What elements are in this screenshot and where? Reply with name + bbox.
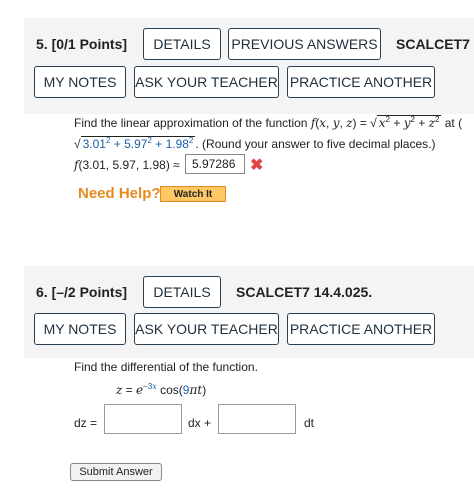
q6-dt-coefficient-input[interactable] <box>218 404 296 434</box>
q6-dx-coefficient-input[interactable] <box>104 404 182 434</box>
q6-my-notes-button[interactable]: MY NOTES <box>34 313 126 345</box>
sqrt-symbol: √ <box>74 137 81 151</box>
q6-ask-teacher-button[interactable]: ASK YOUR TEACHER <box>134 313 279 345</box>
q6-function-expression: z = e−3x cos(9πt) <box>116 382 207 397</box>
q5-need-help-label: Need Help? <box>78 185 161 202</box>
q5-watch-it-button[interactable]: Watch It <box>160 186 226 202</box>
q5-reference-code: SCALCET7 14 <box>396 36 474 52</box>
question-5-points: 5. [0/1 Points] <box>36 36 128 52</box>
q5-practice-another-button[interactable]: PRACTICE ANOTHER <box>287 66 435 98</box>
q5-answer-field[interactable]: 5.97286 <box>185 154 245 174</box>
q6-dt-label: dt <box>304 416 315 430</box>
q5-prompt: Find the linear approximation of the fun… <box>74 115 463 130</box>
q5-function-expression: f <box>310 116 316 130</box>
q6-prompt: Find the differential of the function. <box>74 360 258 374</box>
q6-dz-label: dz = <box>74 416 98 430</box>
question-6-points: 6. [–/2 Points] <box>36 284 128 300</box>
q5-my-notes-button[interactable]: MY NOTES <box>34 66 126 98</box>
q5-approx-label: f(3.01, 5.97, 1.98) ≈ <box>74 158 180 172</box>
q5-details-button[interactable]: DETAILS <box>143 28 221 60</box>
q5-prompt-at: at ( <box>441 116 463 130</box>
q5-previous-answers-button[interactable]: PREVIOUS ANSWERS <box>228 28 381 60</box>
q5-ask-teacher-button[interactable]: ASK YOUR TEACHER <box>134 66 279 98</box>
q5-sqrt-expression: 3.012 + 5.972 + 1.982 <box>80 136 196 151</box>
q6-dx-label: dx + <box>188 416 212 430</box>
q6-details-button[interactable]: DETAILS <box>143 276 221 308</box>
q6-practice-another-button[interactable]: PRACTICE ANOTHER <box>287 313 435 345</box>
incorrect-x-icon: ✖ <box>250 157 264 174</box>
q6-reference-code: SCALCET7 14.4.025. <box>236 284 373 300</box>
sqrt-symbol: √ <box>370 116 377 130</box>
q5-round-note: . (Round your answer to five decimal pla… <box>195 137 436 151</box>
q6-submit-answer-button[interactable]: Submit Answer <box>70 463 162 481</box>
q5-prompt-start: Find the linear approximation of the fun… <box>74 116 311 130</box>
q5-prompt-line2: √ 3.012 + 5.972 + 1.982. (Round your answ… <box>74 136 435 151</box>
